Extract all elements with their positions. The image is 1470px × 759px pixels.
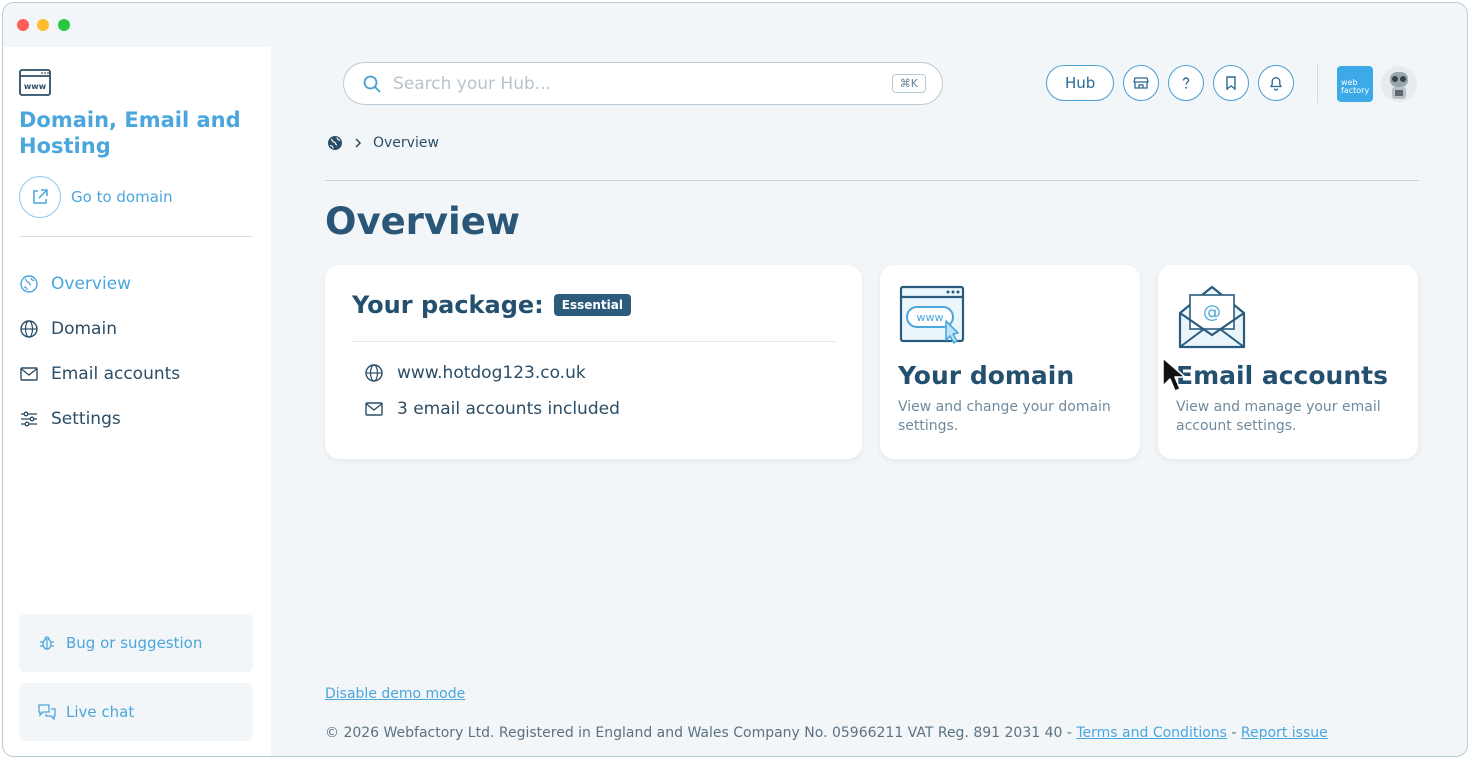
package-domain: www.hotdog123.co.uk [397,363,586,383]
package-domain-row: www.hotdog123.co.uk [364,363,586,383]
footer: © 2026 Webfactory Ltd. Registered in Eng… [325,725,1328,741]
notifications-button[interactable] [1258,65,1295,101]
bookmark-icon [1226,76,1237,91]
sidebar-item-label: Email accounts [51,363,181,384]
sidebar-item-domain[interactable]: Domain [19,306,255,351]
svg-text:@: @ [1203,302,1221,323]
sidebar-item-label: Settings [51,408,121,429]
package-badge: Essential [553,294,631,316]
email-accounts-card[interactable]: @ Email accounts View and manage your em… [1158,265,1418,459]
store-button[interactable] [1123,65,1160,101]
globe-icon [365,364,383,382]
www-browser-icon: www [19,69,51,96]
page-title: Overview [325,200,520,243]
envelope-icon [365,402,383,416]
svg-text:www: www [24,82,47,91]
disable-demo-mode-link[interactable]: Disable demo mode [325,686,465,702]
package-title: Your package: [352,291,544,319]
bug-button-label: Bug or suggestion [66,634,203,652]
breadcrumb: Overview [327,135,439,151]
sidebar-title: Domain, Email and Hosting [19,108,241,158]
search-placeholder: Search your Hub... [393,73,551,94]
your-domain-description: View and change your domain settings. [898,399,1111,434]
store-icon [1133,77,1150,89]
terms-link[interactable]: Terms and Conditions [1076,725,1227,741]
globe-filled-icon[interactable] [327,135,343,151]
help-button[interactable] [1168,65,1205,101]
sidebar: www Domain, Email and Hosting Go to doma… [3,47,271,756]
app-window: www Domain, Email and Hosting Go to doma… [2,2,1468,757]
bookmark-button[interactable] [1213,65,1250,101]
go-to-domain-label: Go to domain [71,188,173,206]
go-to-domain-button[interactable]: Go to domain [19,176,173,218]
globe-filled-icon [20,274,38,293]
header-divider [1317,63,1318,103]
email-accounts-description: View and manage your email account setti… [1176,399,1381,434]
www-browser-illustration: www [899,285,965,344]
sidebar-divider [19,236,253,237]
breadcrumb-current: Overview [373,135,439,151]
your-domain-card[interactable]: www Your domain View and change your dom… [880,265,1140,459]
footer-separator: - [1226,725,1241,741]
main-content: Search your Hub... ⌘K Hub web factory Ov… [271,47,1467,756]
envelope-at-illustration: @ [1178,285,1246,349]
external-link-icon [19,176,61,218]
robot-avatar-icon [1390,72,1408,99]
hub-button[interactable]: Hub [1046,65,1115,101]
sidebar-item-overview[interactable]: Overview [19,261,255,306]
sliders-icon [21,411,37,426]
email-accounts-title: Email accounts [1176,361,1388,390]
envelope-icon [20,366,38,381]
sidebar-item-email-accounts[interactable]: Email accounts [19,351,255,396]
package-divider [352,341,836,342]
bug-icon [40,636,54,650]
sidebar-item-label: Domain [51,318,117,339]
avatar[interactable] [1381,66,1417,102]
bell-icon [1270,77,1283,91]
live-chat-button[interactable]: Live chat [19,683,253,741]
your-domain-title: Your domain [898,361,1075,390]
bug-or-suggestion-button[interactable]: Bug or suggestion [19,614,253,672]
sidebar-item-label: Overview [51,273,132,294]
content-divider [325,180,1419,181]
search-shortcut-badge: ⌘K [891,74,926,93]
sidebar-item-settings[interactable]: Settings [19,396,255,441]
search-input[interactable]: Search your Hub... ⌘K [343,62,943,105]
package-header: Your package: Essential [352,291,631,319]
package-card: Your package: Essential www.hotdog123.co… [325,265,862,459]
footer-copyright: © 2026 Webfactory Ltd. Registered in Eng… [325,725,1077,741]
help-icon [1183,77,1190,89]
report-issue-link[interactable]: Report issue [1241,725,1328,741]
package-email-row: 3 email accounts included [364,399,620,419]
search-icon [363,75,381,93]
chat-icon [38,704,56,721]
webfactory-logo[interactable]: web factory [1337,66,1373,102]
sidebar-nav: Overview Domain Email accounts Settings [19,261,255,441]
chevron-right-icon [355,138,362,148]
title-bar [3,3,1467,47]
close-window-button[interactable] [17,19,29,31]
header-actions: Hub [1046,65,1295,101]
live-chat-label: Live chat [66,703,135,721]
globe-icon [20,319,38,338]
mouse-pointer-icon [1162,357,1186,392]
minimize-window-button[interactable] [37,19,49,31]
maximize-window-button[interactable] [58,19,70,31]
package-emails: 3 email accounts included [397,399,620,419]
svg-text:www: www [917,311,944,324]
